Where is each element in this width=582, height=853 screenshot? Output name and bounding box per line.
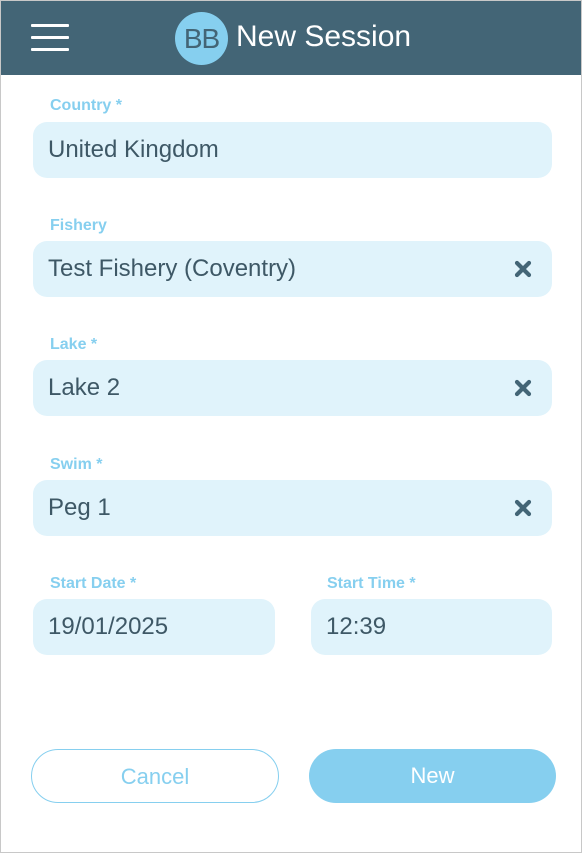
country-field[interactable]: United Kingdom — [33, 122, 552, 178]
swim-label: Swim * — [50, 456, 103, 473]
fishery-value: Test Fishery (Coventry) — [48, 255, 297, 282]
app-window: BB New Session Country * United Kingdom … — [0, 0, 582, 853]
clear-swim-icon[interactable] — [514, 499, 532, 517]
app-logo: BB — [175, 12, 228, 65]
start-time-label: Start Time * — [327, 575, 416, 592]
swim-value: Peg 1 — [48, 494, 111, 521]
start-date-value: 19/01/2025 — [48, 613, 169, 640]
page-title: New Session — [236, 20, 412, 53]
new-button[interactable]: New — [309, 749, 556, 803]
hamburger-menu-icon[interactable] — [27, 21, 71, 55]
fishery-label: Fishery — [50, 217, 107, 234]
start-date-label: Start Date * — [50, 575, 137, 592]
swim-field[interactable]: Peg 1 — [33, 480, 552, 536]
country-label: Country * — [50, 97, 122, 114]
clear-fishery-icon[interactable] — [514, 260, 532, 278]
start-time-value: 12:39 — [326, 613, 387, 640]
top-bar: BB New Session — [1, 1, 581, 75]
country-value: United Kingdom — [48, 136, 219, 163]
lake-field[interactable]: Lake 2 — [33, 360, 552, 416]
lake-value: Lake 2 — [48, 374, 121, 401]
clear-lake-icon[interactable] — [514, 379, 532, 397]
cancel-button[interactable]: Cancel — [31, 749, 279, 803]
lake-label: Lake * — [50, 336, 98, 353]
fishery-field[interactable]: Test Fishery (Coventry) — [33, 241, 552, 297]
start-time-field[interactable]: 12:39 — [311, 599, 552, 655]
start-date-field[interactable]: 19/01/2025 — [33, 599, 275, 655]
